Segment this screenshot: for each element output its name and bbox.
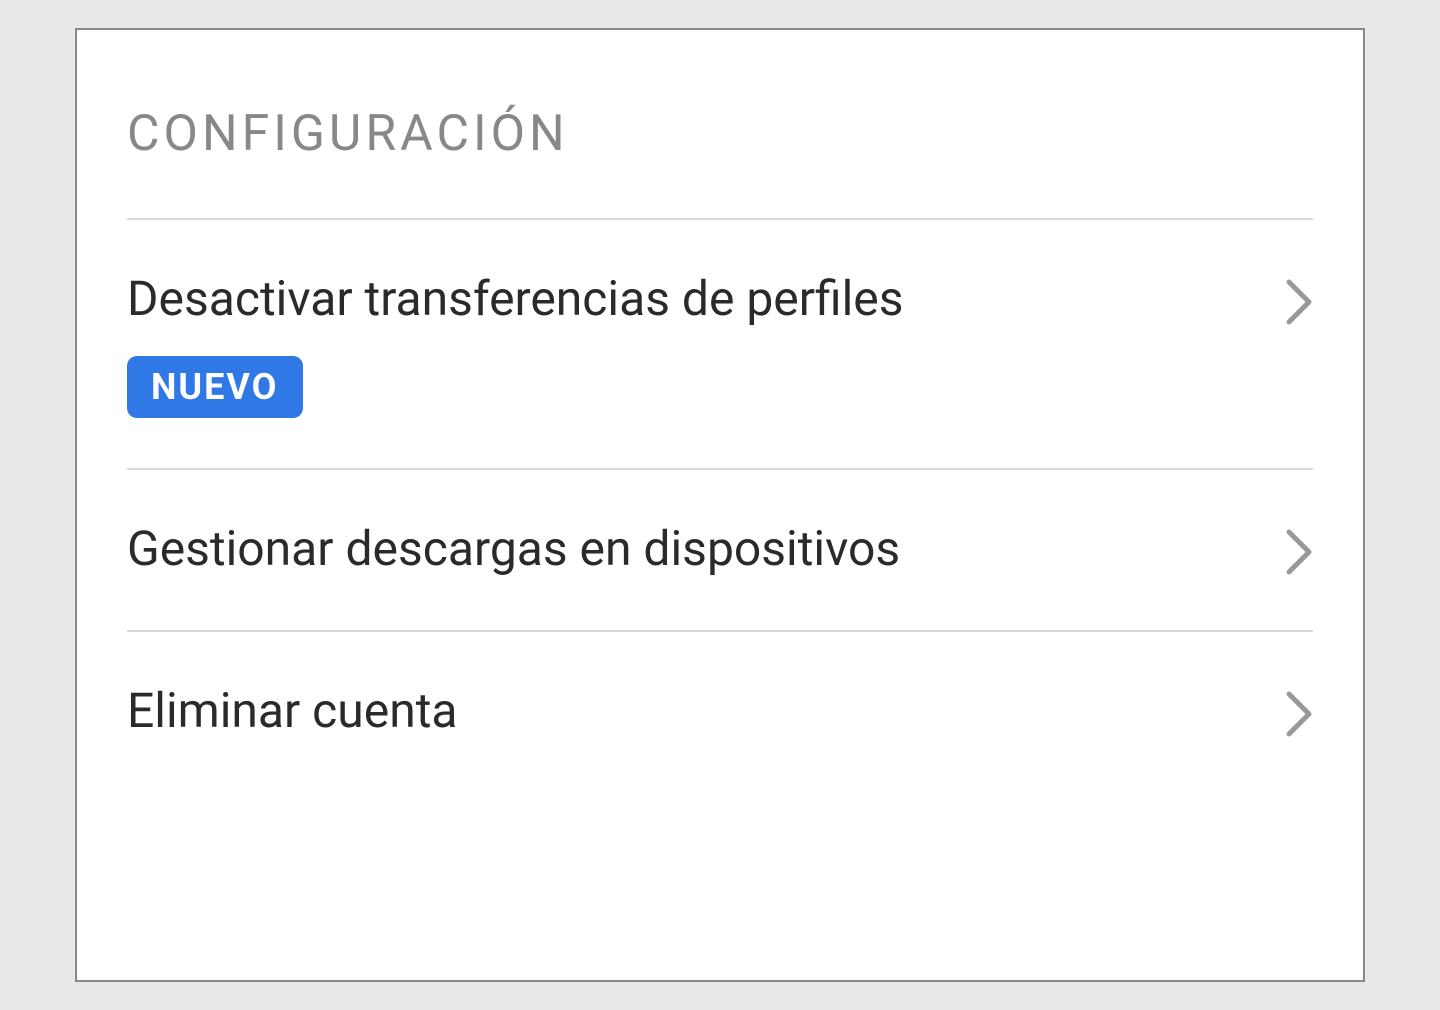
settings-item-content: Gestionar descargas en dispositivos — [127, 520, 900, 578]
new-badge: NUEVO — [127, 356, 303, 418]
chevron-right-icon — [1285, 528, 1313, 580]
settings-item-label: Gestionar descargas en dispositivos — [127, 520, 900, 578]
settings-item-profile-transfers[interactable]: Desactivar transferencias de perfiles NU… — [127, 218, 1313, 468]
settings-item-delete-account[interactable]: Eliminar cuenta — [127, 630, 1313, 792]
settings-item-label: Desactivar transferencias de perfiles — [127, 270, 903, 328]
section-title: CONFIGURACIÓN — [77, 30, 1363, 218]
settings-item-content: Eliminar cuenta — [127, 682, 458, 740]
chevron-right-icon — [1285, 690, 1313, 742]
settings-item-manage-downloads[interactable]: Gestionar descargas en dispositivos — [127, 468, 1313, 630]
chevron-right-icon — [1285, 278, 1313, 330]
settings-panel: CONFIGURACIÓN Desactivar transferencias … — [75, 28, 1365, 982]
settings-item-label: Eliminar cuenta — [127, 682, 458, 740]
settings-item-content: Desactivar transferencias de perfiles NU… — [127, 270, 903, 418]
settings-list: Desactivar transferencias de perfiles NU… — [77, 218, 1363, 792]
